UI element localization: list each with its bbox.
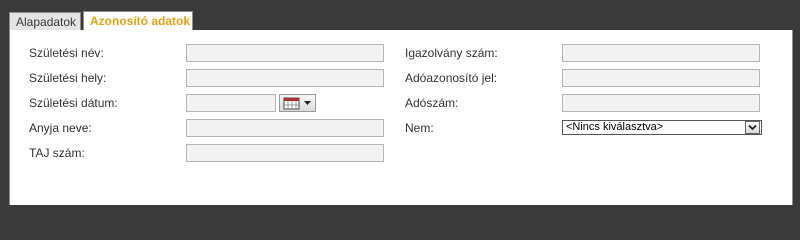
birth-name-field[interactable] xyxy=(186,44,384,62)
id-number-field[interactable] xyxy=(562,44,760,62)
id-number-label: Igazolvány szám: xyxy=(405,46,498,60)
birth-date-field[interactable] xyxy=(186,94,276,112)
calendar-icon xyxy=(283,97,311,110)
taj-number-field[interactable] xyxy=(186,144,384,162)
tax-number-label: Adószám: xyxy=(405,96,459,110)
tab-bar: Alapadatok Azonosító adatok xyxy=(0,0,800,31)
date-picker-button[interactable] xyxy=(279,94,316,112)
gender-select[interactable]: <Nincs kiválasztva> xyxy=(562,120,762,135)
tax-id-field[interactable] xyxy=(562,69,760,87)
mother-name-label: Anyja neve: xyxy=(29,121,92,135)
gender-label: Nem: xyxy=(405,121,434,135)
birth-place-field[interactable] xyxy=(186,69,384,87)
tab-alapadatok[interactable]: Alapadatok xyxy=(9,12,81,30)
gender-select-value: <Nincs kiválasztva> xyxy=(566,121,664,133)
chevron-down-icon[interactable] xyxy=(745,121,760,134)
taj-number-label: TAJ szám: xyxy=(29,146,85,160)
tax-id-label: Adóazonosító jel: xyxy=(405,71,498,85)
birth-place-label: Születési hely: xyxy=(29,71,107,85)
tab-azonosito-adatok[interactable]: Azonosító adatok xyxy=(83,11,193,30)
birth-name-label: Születési név: xyxy=(29,46,104,60)
mother-name-field[interactable] xyxy=(186,119,384,137)
tax-number-field[interactable] xyxy=(562,94,760,112)
birth-date-label: Születési dátum: xyxy=(29,96,118,110)
